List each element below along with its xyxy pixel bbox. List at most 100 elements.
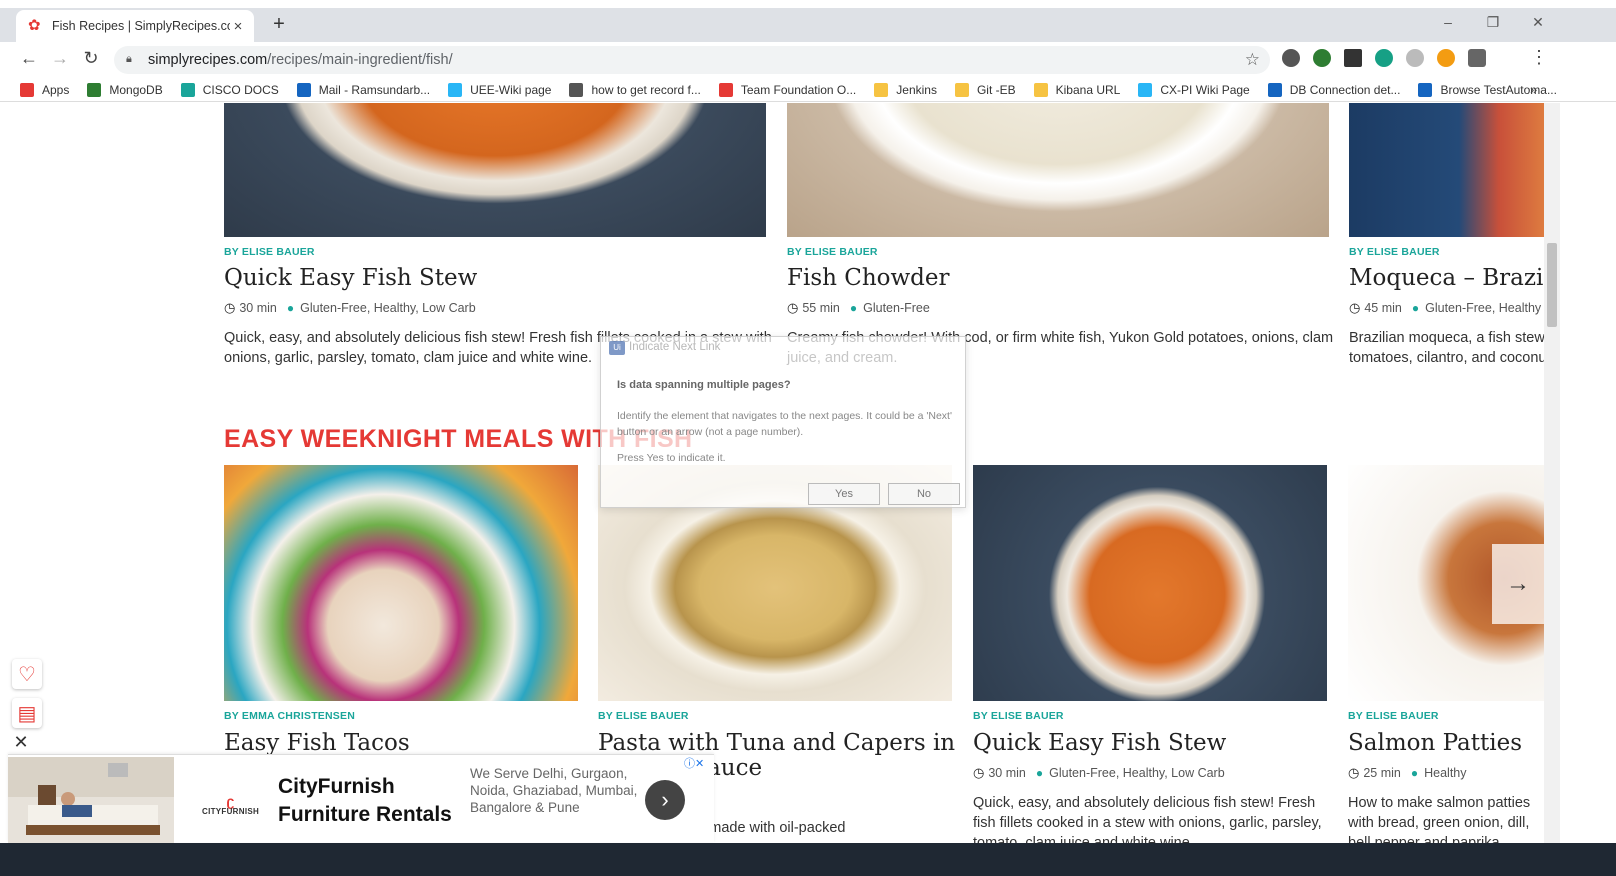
recipe-time: 30 min — [239, 301, 277, 315]
forward-button[interactable]: → — [48, 48, 72, 69]
bookmark-item[interactable]: how to get record f... — [569, 82, 701, 97]
os-taskbar — [0, 843, 1616, 876]
ad-bedroom-image[interactable] — [8, 757, 174, 843]
recipe-image-moqueca[interactable] — [1349, 103, 1544, 237]
extension-color-icon[interactable] — [1437, 49, 1455, 67]
shield-icon — [1267, 82, 1282, 97]
byline[interactable]: BY ELISE BAUER — [973, 710, 1064, 722]
ad-banner[interactable]: ʗ CITYFURNISH CityFurnish Furniture Rent… — [8, 754, 714, 843]
bookmark-item[interactable]: Mail - Ramsundarb... — [296, 82, 431, 97]
bookmark-label: Mail - Ramsundarb... — [318, 82, 431, 97]
bookmark-label: DB Connection det... — [1289, 82, 1401, 97]
flower-favicon-icon: ✿ — [28, 17, 41, 34]
bookmark-star-icon[interactable]: ☆ — [1245, 50, 1260, 70]
byline[interactable]: BY ELISE BAUER — [1349, 246, 1440, 258]
cisco-icon — [180, 82, 195, 97]
ad-copy: We Serve Delhi, Gurgaon, Noida, Ghaziaba… — [470, 766, 638, 815]
ad-brand-line1: CityFurnish — [278, 775, 395, 798]
scrollbar-thumb[interactable] — [1547, 243, 1557, 327]
bookmark-item[interactable]: UEE-Wiki page — [448, 82, 551, 97]
tab-close-icon[interactable]: × — [230, 18, 246, 35]
minimize-button[interactable]: – — [1438, 14, 1458, 30]
byline[interactable]: BY EMMA CHRISTENSEN — [224, 710, 355, 722]
clock-icon: ◷ — [787, 300, 799, 315]
indicate-next-link-dialog: Ui Indicate Next Link Is data spanning m… — [600, 336, 966, 508]
recipe-time: 45 min — [1364, 301, 1402, 315]
address-bar[interactable]: 🔒︎ simplyrecipes.com/recipes/main-ingred… — [114, 46, 1270, 74]
byline[interactable]: BY ELISE BAUER — [787, 246, 878, 258]
bookmark-item[interactable]: MongoDB — [87, 82, 163, 97]
bookmark-item[interactable]: Apps — [20, 82, 70, 97]
favorite-heart-icon[interactable]: ♡ — [12, 659, 42, 689]
cityfurnish-logo: ʗ CITYFURNISH — [202, 793, 260, 816]
carousel-next-button[interactable]: → — [1492, 544, 1544, 624]
byline[interactable]: BY ELISE BAUER — [598, 710, 689, 722]
recipe-tags: Healthy — [1424, 766, 1467, 780]
recipe-title[interactable]: Salmon Patties — [1348, 730, 1522, 756]
bookmark-label: Kibana URL — [1055, 82, 1121, 97]
ad-headline[interactable]: CityFurnish Furniture Rentals — [278, 773, 452, 829]
bookmark-label: MongoDB — [109, 82, 163, 97]
bookmark-item[interactable]: Kibana URL — [1033, 82, 1121, 97]
recipe-time: 25 min — [1363, 766, 1401, 780]
wiki-icon — [1138, 82, 1153, 97]
recipe-image-fish-stew[interactable] — [224, 103, 766, 237]
recipe-title[interactable]: Moqueca – Brazilian Fish Stew — [1349, 265, 1544, 291]
tab-active[interactable]: ✿ Fish Recipes | SimplyRecipes.com × — [16, 10, 254, 42]
recipe-meta: ◷ 30 min ● Gluten-Free, Healthy, Low Car… — [224, 300, 476, 316]
back-button[interactable]: ← — [17, 48, 41, 69]
extension-leaf-icon[interactable] — [1313, 49, 1331, 67]
extension-globe-icon[interactable] — [1406, 49, 1424, 67]
dialog-instruction: Press Yes to indicate it. — [617, 452, 726, 464]
shopping-list-icon[interactable]: ▤ — [12, 698, 42, 728]
recipe-title[interactable]: Quick Easy Fish Stew — [973, 730, 1226, 756]
grammarly-icon[interactable] — [1375, 49, 1393, 67]
page-scrollbar[interactable] — [1544, 103, 1560, 843]
clock-icon: ◷ — [973, 765, 985, 780]
yes-button[interactable]: Yes — [808, 483, 880, 505]
recipe-title[interactable]: Quick Easy Fish Stew — [224, 265, 477, 291]
shield-icon — [1418, 82, 1433, 97]
outlook-icon — [296, 82, 311, 97]
diet-leaf-icon: ● — [1035, 766, 1044, 780]
recipe-tags: Gluten-Free, Healthy, Low Carb — [1049, 766, 1225, 780]
new-tab-button[interactable]: + — [268, 13, 290, 36]
bookmark-label: Git -EB — [976, 82, 1016, 97]
reload-button[interactable]: ↻ — [79, 48, 103, 69]
recipe-title[interactable]: Pasta with Tuna and Capers in — [598, 730, 955, 756]
bookmark-label: CISCO DOCS — [202, 82, 279, 97]
bookmark-item[interactable]: CISCO DOCS — [180, 82, 279, 97]
recipe-image-fish-chowder[interactable] — [787, 103, 1329, 237]
bookmark-label: Browse TestAutoma... — [1440, 82, 1557, 97]
bookmark-item[interactable]: CX-PI Wiki Page — [1138, 82, 1250, 97]
recipe-tags: Gluten-Free — [863, 301, 930, 315]
close-window-button[interactable]: ✕ — [1528, 14, 1548, 31]
byline[interactable]: BY ELISE BAUER — [224, 246, 315, 258]
extensions-puzzle-icon[interactable] — [1468, 49, 1486, 67]
recipe-title[interactable]: Easy Fish Tacos — [224, 730, 410, 756]
bookmark-item[interactable]: Jenkins — [874, 82, 937, 97]
no-button[interactable]: No — [888, 483, 960, 505]
bookmark-label: Apps — [42, 82, 70, 97]
browser-menu-icon[interactable]: ⋮ — [1530, 47, 1548, 67]
bookmark-item[interactable]: Git -EB — [954, 82, 1016, 97]
ad-logo-text: CITYFURNISH — [202, 807, 260, 816]
adchoices-icon[interactable]: ⓘ✕ — [684, 755, 704, 771]
recipe-image-fish-stew-2[interactable] — [973, 465, 1327, 701]
ad-go-button[interactable]: › — [645, 780, 685, 820]
bookmark-item[interactable]: DB Connection det... — [1267, 82, 1401, 97]
recipe-meta: ◷ 30 min ● Gluten-Free, Healthy, Low Car… — [973, 765, 1225, 781]
tab-title: Fish Recipes | SimplyRecipes.com — [52, 19, 230, 33]
restore-button[interactable]: ❐ — [1483, 14, 1503, 31]
byline[interactable]: BY ELISE BAUER — [1348, 710, 1439, 722]
recipe-image-fish-tacos[interactable] — [224, 465, 578, 701]
bookmarks-overflow-icon[interactable]: » — [1530, 82, 1537, 97]
bookmark-item[interactable]: Team Foundation O... — [718, 82, 856, 97]
folder-icon — [954, 82, 969, 97]
lock-icon: 🔒︎ — [126, 53, 132, 65]
dialog-question: Is data spanning multiple pages? — [617, 379, 791, 391]
recipe-title[interactable]: Fish Chowder — [787, 265, 950, 291]
extension-circle-icon[interactable] — [1282, 49, 1300, 67]
ad-dismiss-icon[interactable]: ✕ — [12, 732, 30, 753]
extension-qr-icon[interactable] — [1344, 49, 1362, 67]
